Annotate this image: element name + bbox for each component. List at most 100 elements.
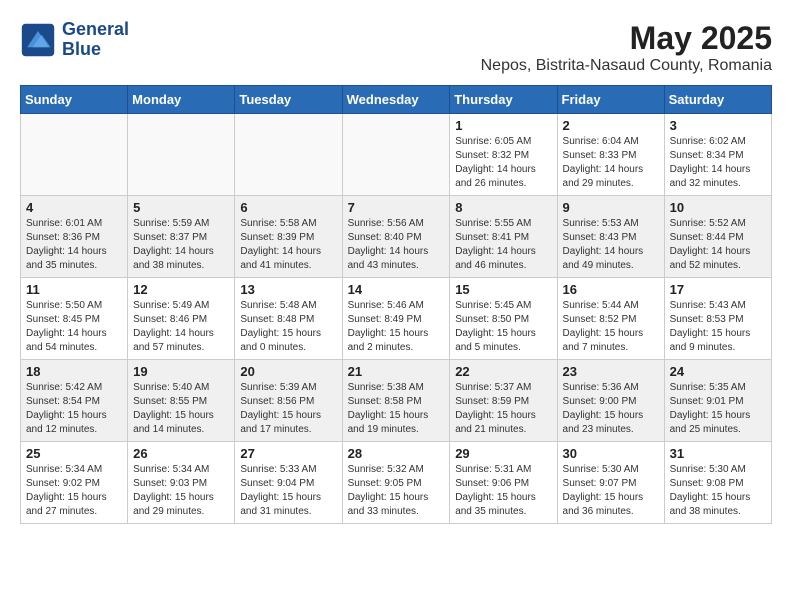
location: Nepos, Bistrita-Nasaud County, Romania xyxy=(481,57,772,75)
calendar-cell: 24 Sunrise: 5:35 AMSunset: 9:01 PMDayligh… xyxy=(664,360,771,442)
day-number: 9 xyxy=(563,200,659,215)
day-info: Sunrise: 5:35 AMSunset: 9:01 PMDaylight:… xyxy=(670,381,766,437)
calendar-cell: 30 Sunrise: 5:30 AMSunset: 9:07 PMDayligh… xyxy=(557,442,664,524)
day-number: 31 xyxy=(670,446,766,461)
day-number: 21 xyxy=(348,364,445,379)
day-info: Sunrise: 5:37 AMSunset: 8:59 PMDaylight:… xyxy=(455,381,551,437)
day-number: 17 xyxy=(670,282,766,297)
day-number: 5 xyxy=(133,200,229,215)
day-number: 10 xyxy=(670,200,766,215)
day-info: Sunrise: 5:42 AMSunset: 8:54 PMDaylight:… xyxy=(26,381,122,437)
calendar-cell: 16 Sunrise: 5:44 AMSunset: 8:52 PMDayligh… xyxy=(557,278,664,360)
calendar-cell xyxy=(128,114,235,196)
calendar-cell: 5 Sunrise: 5:59 AMSunset: 8:37 PMDaylight… xyxy=(128,196,235,278)
day-info: Sunrise: 5:33 AMSunset: 9:04 PMDaylight:… xyxy=(240,463,336,519)
day-info: Sunrise: 5:52 AMSunset: 8:44 PMDaylight:… xyxy=(670,217,766,273)
weekday-header-sunday: Sunday xyxy=(21,86,128,114)
weekday-header-tuesday: Tuesday xyxy=(235,86,342,114)
calendar-cell: 22 Sunrise: 5:37 AMSunset: 8:59 PMDayligh… xyxy=(450,360,557,442)
day-info: Sunrise: 5:45 AMSunset: 8:50 PMDaylight:… xyxy=(455,299,551,355)
day-info: Sunrise: 5:59 AMSunset: 8:37 PMDaylight:… xyxy=(133,217,229,273)
day-number: 28 xyxy=(348,446,445,461)
calendar-cell: 25 Sunrise: 5:34 AMSunset: 9:02 PMDayligh… xyxy=(21,442,128,524)
calendar-cell: 4 Sunrise: 6:01 AMSunset: 8:36 PMDaylight… xyxy=(21,196,128,278)
day-number: 15 xyxy=(455,282,551,297)
day-info: Sunrise: 6:05 AMSunset: 8:32 PMDaylight:… xyxy=(455,135,551,191)
calendar-cell: 15 Sunrise: 5:45 AMSunset: 8:50 PMDayligh… xyxy=(450,278,557,360)
day-number: 26 xyxy=(133,446,229,461)
calendar-cell: 26 Sunrise: 5:34 AMSunset: 9:03 PMDayligh… xyxy=(128,442,235,524)
calendar-cell: 28Sunrise: 5:32 AMSunset: 9:05 PMDayligh… xyxy=(342,442,450,524)
weekday-header-row: SundayMondayTuesdayWednesdayThursdayFrid… xyxy=(21,86,772,114)
day-number: 24 xyxy=(670,364,766,379)
day-number: 7 xyxy=(348,200,445,215)
calendar-cell: 13Sunrise: 5:48 AMSunset: 8:48 PMDayligh… xyxy=(235,278,342,360)
day-info: Sunrise: 5:50 AMSunset: 8:45 PMDaylight:… xyxy=(26,299,122,355)
logo-line1: General xyxy=(62,20,129,40)
weekday-header-friday: Friday xyxy=(557,86,664,114)
logo-line2: Blue xyxy=(62,40,129,60)
day-number: 14 xyxy=(348,282,445,297)
day-info: Sunrise: 5:46 AMSunset: 8:49 PMDaylight:… xyxy=(348,299,445,355)
day-info: Sunrise: 6:04 AMSunset: 8:33 PMDaylight:… xyxy=(563,135,659,191)
day-info: Sunrise: 5:40 AMSunset: 8:55 PMDaylight:… xyxy=(133,381,229,437)
calendar-cell: 20Sunrise: 5:39 AMSunset: 8:56 PMDayligh… xyxy=(235,360,342,442)
day-info: Sunrise: 5:38 AMSunset: 8:58 PMDaylight:… xyxy=(348,381,445,437)
calendar-cell: 19 Sunrise: 5:40 AMSunset: 8:55 PMDayligh… xyxy=(128,360,235,442)
calendar-cell: 23Sunrise: 5:36 AMSunset: 9:00 PMDayligh… xyxy=(557,360,664,442)
day-number: 27 xyxy=(240,446,336,461)
day-number: 29 xyxy=(455,446,551,461)
day-info: Sunrise: 5:48 AMSunset: 8:48 PMDaylight:… xyxy=(240,299,336,355)
calendar-cell: 27 Sunrise: 5:33 AMSunset: 9:04 PMDayligh… xyxy=(235,442,342,524)
calendar-cell: 3Sunrise: 6:02 AMSunset: 8:34 PMDaylight… xyxy=(664,114,771,196)
calendar-cell: 1 Sunrise: 6:05 AMSunset: 8:32 PMDaylight… xyxy=(450,114,557,196)
day-info: Sunrise: 5:30 AMSunset: 9:07 PMDaylight:… xyxy=(563,463,659,519)
month-year: May 2025 xyxy=(481,20,772,57)
day-number: 12 xyxy=(133,282,229,297)
calendar-cell: 8Sunrise: 5:55 AMSunset: 8:41 PMDaylight… xyxy=(450,196,557,278)
day-number: 22 xyxy=(455,364,551,379)
calendar-cell: 14 Sunrise: 5:46 AMSunset: 8:49 PMDayligh… xyxy=(342,278,450,360)
calendar: SundayMondayTuesdayWednesdayThursdayFrid… xyxy=(20,85,772,524)
day-info: Sunrise: 5:44 AMSunset: 8:52 PMDaylight:… xyxy=(563,299,659,355)
calendar-cell: 6Sunrise: 5:58 AMSunset: 8:39 PMDaylight… xyxy=(235,196,342,278)
day-number: 6 xyxy=(240,200,336,215)
logo: General Blue xyxy=(20,20,129,60)
logo-icon xyxy=(20,22,56,58)
day-info: Sunrise: 5:55 AMSunset: 8:41 PMDaylight:… xyxy=(455,217,551,273)
day-number: 2 xyxy=(563,118,659,133)
calendar-cell: 9 Sunrise: 5:53 AMSunset: 8:43 PMDaylight… xyxy=(557,196,664,278)
calendar-cell: 12 Sunrise: 5:49 AMSunset: 8:46 PMDayligh… xyxy=(128,278,235,360)
calendar-cell: 10 Sunrise: 5:52 AMSunset: 8:44 PMDayligh… xyxy=(664,196,771,278)
title-area: May 2025 Nepos, Bistrita-Nasaud County, … xyxy=(481,20,772,75)
day-info: Sunrise: 5:56 AMSunset: 8:40 PMDaylight:… xyxy=(348,217,445,273)
week-row-1: 1 Sunrise: 6:05 AMSunset: 8:32 PMDaylight… xyxy=(21,114,772,196)
day-info: Sunrise: 5:36 AMSunset: 9:00 PMDaylight:… xyxy=(563,381,659,437)
weekday-header-wednesday: Wednesday xyxy=(342,86,450,114)
day-info: Sunrise: 5:53 AMSunset: 8:43 PMDaylight:… xyxy=(563,217,659,273)
day-number: 30 xyxy=(563,446,659,461)
day-info: Sunrise: 5:43 AMSunset: 8:53 PMDaylight:… xyxy=(670,299,766,355)
day-info: Sunrise: 5:49 AMSunset: 8:46 PMDaylight:… xyxy=(133,299,229,355)
calendar-cell: 7 Sunrise: 5:56 AMSunset: 8:40 PMDaylight… xyxy=(342,196,450,278)
day-number: 4 xyxy=(26,200,122,215)
calendar-cell: 29 Sunrise: 5:31 AMSunset: 9:06 PMDayligh… xyxy=(450,442,557,524)
day-number: 19 xyxy=(133,364,229,379)
day-number: 25 xyxy=(26,446,122,461)
weekday-header-thursday: Thursday xyxy=(450,86,557,114)
calendar-cell: 11 Sunrise: 5:50 AMSunset: 8:45 PMDayligh… xyxy=(21,278,128,360)
calendar-cell: 31Sunrise: 5:30 AMSunset: 9:08 PMDayligh… xyxy=(664,442,771,524)
calendar-cell xyxy=(342,114,450,196)
calendar-cell: 21 Sunrise: 5:38 AMSunset: 8:58 PMDayligh… xyxy=(342,360,450,442)
day-info: Sunrise: 5:39 AMSunset: 8:56 PMDaylight:… xyxy=(240,381,336,437)
day-info: Sunrise: 6:01 AMSunset: 8:36 PMDaylight:… xyxy=(26,217,122,273)
day-number: 18 xyxy=(26,364,122,379)
day-info: Sunrise: 5:34 AMSunset: 9:02 PMDaylight:… xyxy=(26,463,122,519)
day-number: 11 xyxy=(26,282,122,297)
logo-text: General Blue xyxy=(62,20,129,60)
day-number: 1 xyxy=(455,118,551,133)
day-info: Sunrise: 5:31 AMSunset: 9:06 PMDaylight:… xyxy=(455,463,551,519)
day-info: Sunrise: 5:34 AMSunset: 9:03 PMDaylight:… xyxy=(133,463,229,519)
week-row-4: 18 Sunrise: 5:42 AMSunset: 8:54 PMDayligh… xyxy=(21,360,772,442)
day-number: 16 xyxy=(563,282,659,297)
